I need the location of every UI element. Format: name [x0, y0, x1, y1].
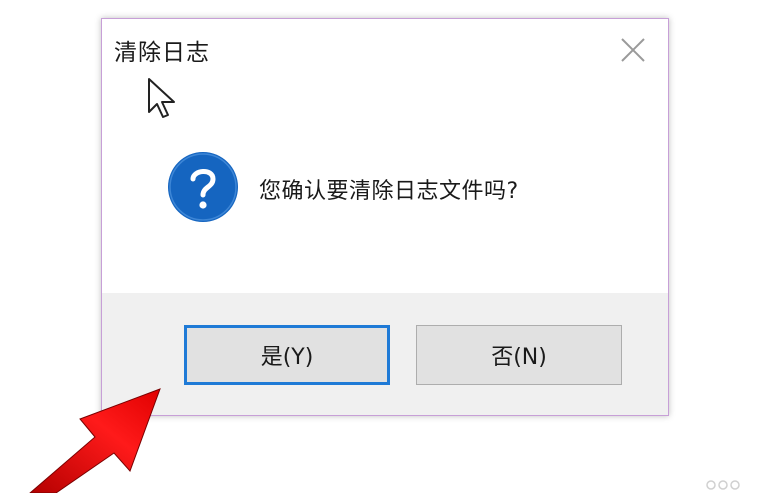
no-button-label: 否(N) — [491, 345, 547, 370]
no-button[interactable]: 否(N) — [416, 325, 622, 385]
yes-button-label: 是(Y) — [260, 345, 314, 370]
clear-log-dialog: 清除日志 您确认要清除日志文件吗? 是(Y) 否(N) — [101, 18, 669, 416]
dialog-message: 您确认要清除日志文件吗? — [259, 179, 519, 204]
red-arrow-annotation — [29, 388, 161, 493]
dialog-content: 您确认要清除日志文件吗? — [102, 19, 668, 293]
screenshot-stage: 清除日志 您确认要清除日志文件吗? 是(Y) 否(N) — [0, 0, 769, 493]
question-icon — [168, 152, 238, 222]
yes-button[interactable]: 是(Y) — [184, 325, 390, 385]
watermark-mark — [706, 480, 740, 490]
mouse-pointer-icon — [148, 78, 175, 118]
dialog-button-bar: 是(Y) 否(N) — [102, 293, 668, 415]
